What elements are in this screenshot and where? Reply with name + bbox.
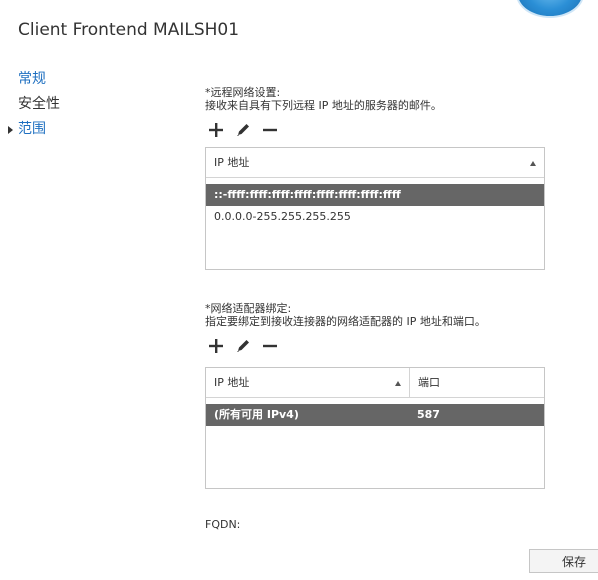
sort-ascending-icon [395, 381, 401, 386]
table-row[interactable]: ::-ffff:ffff:ffff:ffff:ffff:ffff:ffff:ff… [206, 184, 544, 206]
remote-network-section: *远程网络设置: 接收来自具有下列远程 IP 地址的服务器的邮件。 IP 地址 … [205, 86, 545, 270]
remove-button[interactable] [259, 336, 281, 356]
adapter-bindings-description: 指定要绑定到接收连接器的网络适配器的 IP 地址和端口。 [205, 315, 486, 328]
column-header-port[interactable]: 端口 [409, 368, 544, 397]
grid-header: IP 地址 端口 [206, 368, 544, 398]
column-header-ip[interactable]: IP 地址 [206, 368, 409, 397]
section-nav: 常规 安全性 范围 [0, 68, 150, 143]
nav-item-security[interactable]: 安全性 [0, 93, 150, 118]
column-header-label: IP 地址 [214, 376, 250, 389]
adapter-bindings-toolbar [205, 336, 545, 356]
grid-header: IP 地址 [206, 148, 544, 178]
edit-button[interactable] [232, 120, 254, 140]
nav-item-general[interactable]: 常规 [0, 68, 150, 93]
remove-button[interactable] [259, 120, 281, 140]
remote-ip-grid: IP 地址 ::-ffff:ffff:ffff:ffff:ffff:ffff:f… [205, 147, 545, 270]
port-cell: 587 [417, 408, 440, 421]
save-button[interactable]: 保存 [529, 549, 598, 573]
minus-icon [263, 344, 277, 348]
nav-item-label: 常规 [18, 71, 46, 87]
ip-range-cell: 0.0.0.0-255.255.255.255 [214, 210, 351, 223]
help-orb-icon[interactable] [518, 0, 582, 16]
table-row[interactable]: 0.0.0.0-255.255.255.255 [206, 206, 544, 228]
minus-icon [263, 128, 277, 132]
pencil-icon [237, 340, 249, 352]
remote-network-label: *远程网络设置: [205, 86, 281, 99]
nav-item-scoping[interactable]: 范围 [0, 118, 150, 143]
edit-button[interactable] [232, 336, 254, 356]
receive-connector-properties-page: Client Frontend MAILSH01 常规 安全性 范围 *远程网络… [0, 0, 598, 580]
fqdn-label: FQDN: [205, 518, 241, 531]
page-title: Client Frontend MAILSH01 [18, 20, 240, 40]
add-button[interactable] [205, 336, 227, 356]
adapter-bindings-grid: IP 地址 端口 (所有可用 IPv4) 587 [205, 367, 545, 489]
add-button[interactable] [205, 120, 227, 140]
column-header-label: 端口 [418, 376, 440, 389]
pencil-icon [237, 124, 249, 136]
add-icon [209, 339, 223, 353]
selected-arrow-icon [8, 126, 13, 134]
ip-range-cell: ::-ffff:ffff:ffff:ffff:ffff:ffff:ffff:ff… [214, 188, 401, 201]
table-row[interactable]: (所有可用 IPv4) 587 [206, 404, 544, 426]
adapter-bindings-section: *网络适配器绑定: 指定要绑定到接收连接器的网络适配器的 IP 地址和端口。 I… [205, 302, 545, 489]
remote-network-description: 接收来自具有下列远程 IP 地址的服务器的邮件。 [205, 99, 442, 112]
nav-item-label: 安全性 [18, 96, 60, 112]
add-icon [209, 123, 223, 137]
column-header-label: IP 地址 [214, 156, 250, 169]
nav-item-label: 范围 [18, 121, 46, 137]
column-header-ip[interactable]: IP 地址 [206, 148, 544, 177]
adapter-bindings-label: *网络适配器绑定: [205, 302, 292, 315]
ip-address-cell: (所有可用 IPv4) [214, 408, 299, 421]
remote-network-toolbar [205, 120, 545, 140]
sort-ascending-icon [530, 161, 536, 166]
